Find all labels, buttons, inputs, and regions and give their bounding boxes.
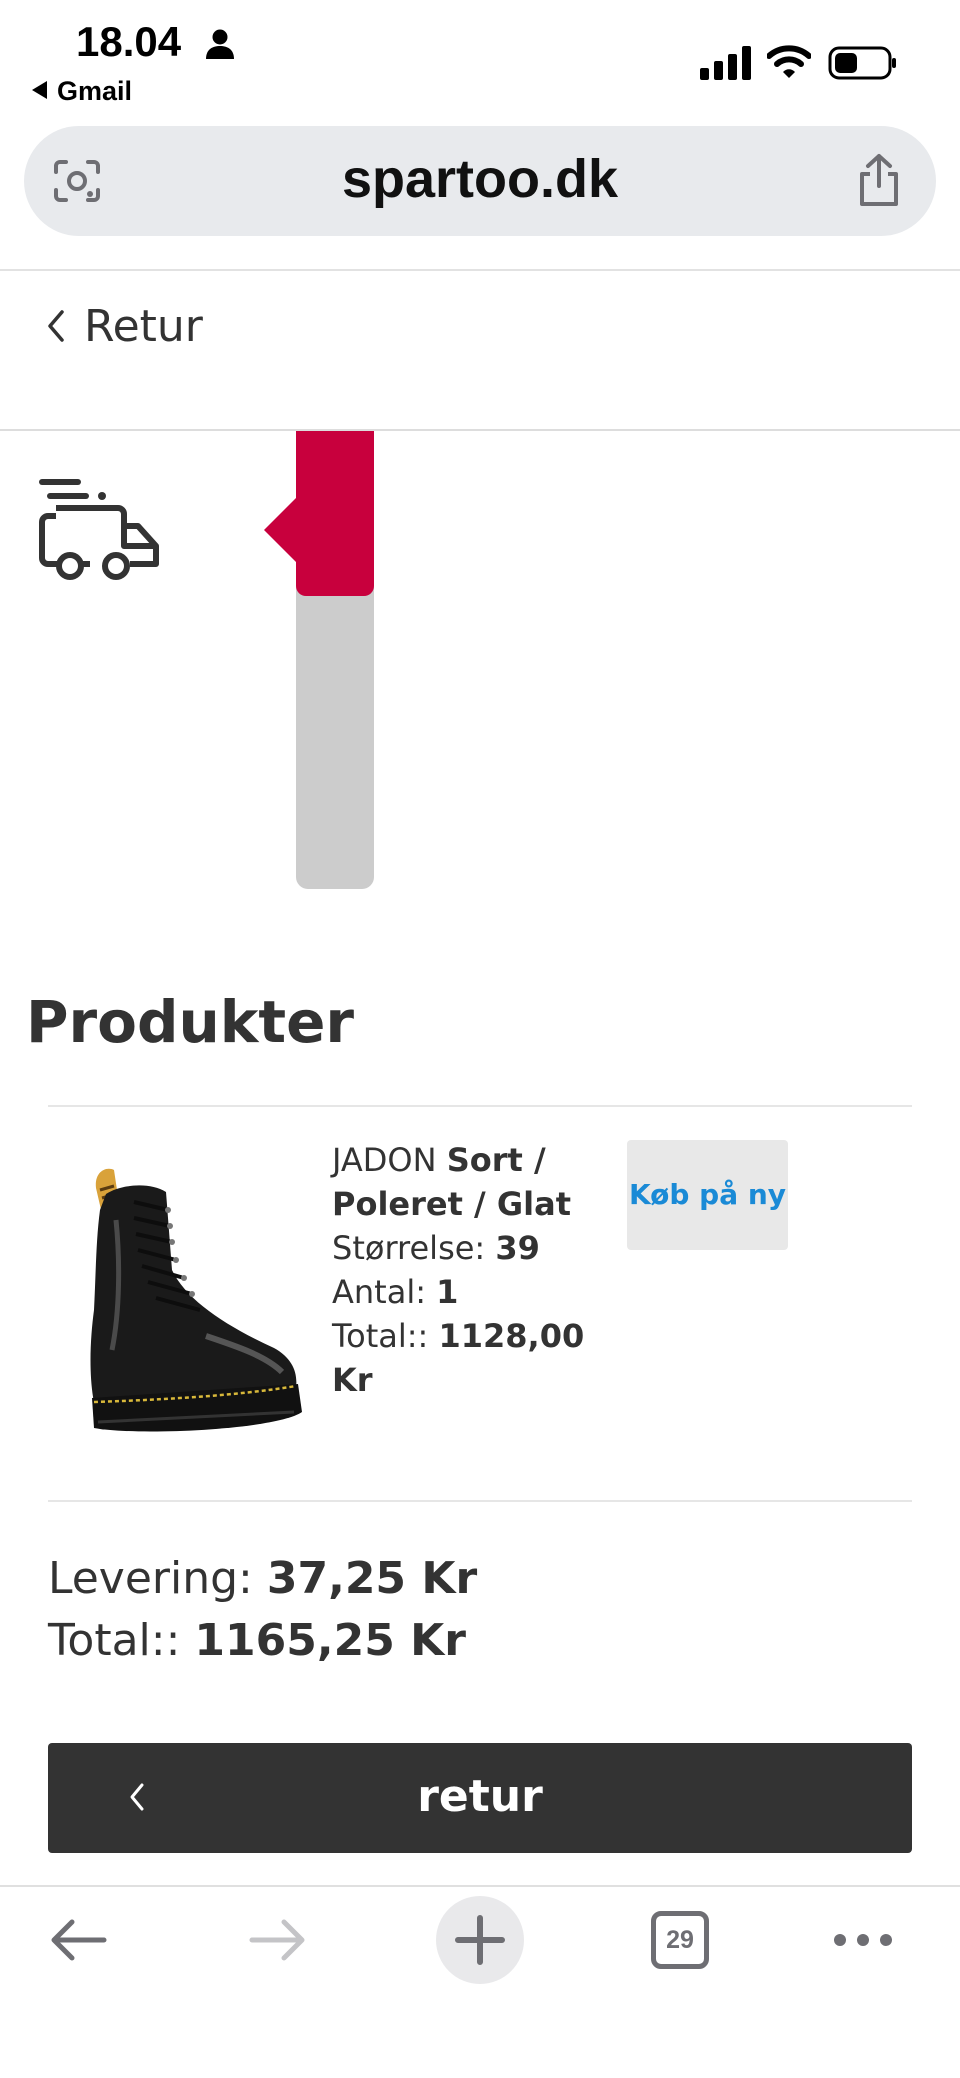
url-text[interactable]: spartoo.dk — [24, 148, 936, 210]
arrow-right-icon[interactable] — [248, 1918, 308, 1962]
product-qty-row: Antal: 1 — [332, 1270, 622, 1314]
product-title[interactable]: JADON Sort / Poleret / Glat — [332, 1138, 622, 1226]
divider — [0, 269, 960, 271]
back-to-app-link[interactable]: Gmail — [32, 76, 132, 107]
more-icon[interactable] — [832, 1926, 894, 1954]
return-button-label: retur — [417, 1771, 543, 1822]
tracking-step-pointer — [264, 496, 298, 564]
back-link-label: Retur — [84, 300, 203, 352]
delivery-row: Levering: 37,25 Kr — [48, 1548, 477, 1610]
product-qty-value: 1 — [436, 1273, 459, 1311]
product-qty-label: Antal: — [332, 1273, 426, 1311]
product-size-label: Størrelse: — [332, 1229, 486, 1267]
new-tab-button[interactable] — [436, 1896, 524, 1984]
product-info: JADON Sort / Poleret / Glat Størrelse: 3… — [332, 1138, 622, 1402]
product-total-row: Total:: 1128,00 Kr — [332, 1314, 622, 1402]
product-size-value: 39 — [495, 1229, 540, 1267]
products-title: Produkter — [26, 988, 355, 1056]
back-triangle-icon — [32, 81, 47, 99]
buy-again-button[interactable]: Køb på ny — [627, 1140, 788, 1250]
divider — [0, 1885, 960, 1887]
wifi-icon — [767, 45, 811, 78]
divider — [0, 429, 960, 431]
divider — [48, 1105, 912, 1107]
person-icon — [206, 29, 234, 59]
return-button[interactable]: retur — [48, 1743, 912, 1853]
chevron-left-icon — [48, 310, 64, 342]
order-total-row: Total:: 1165,25 Kr — [48, 1610, 477, 1672]
battery-icon — [828, 46, 896, 80]
order-total-value: 1165,25 Kr — [194, 1615, 466, 1666]
boot-image[interactable] — [76, 1150, 308, 1440]
status-time: 18.04 — [76, 18, 182, 65]
back-link[interactable]: Retur — [44, 296, 203, 356]
truck-icon — [39, 479, 159, 580]
tracking-progress-fill — [296, 431, 374, 596]
product-total-label: Total:: — [332, 1317, 429, 1355]
plus-icon — [455, 1915, 505, 1965]
order-total-label: Total:: — [48, 1615, 181, 1666]
signal-icon — [700, 46, 751, 80]
divider — [48, 1500, 912, 1502]
address-bar[interactable]: spartoo.dk — [24, 126, 936, 236]
delivery-value: 37,25 Kr — [266, 1553, 478, 1604]
order-summary: Levering: 37,25 Kr Total:: 1165,25 Kr — [48, 1548, 477, 1672]
delivery-label: Levering: — [48, 1553, 253, 1604]
product-size-row: Størrelse: 39 — [332, 1226, 622, 1270]
status-bar: 18.04 Gmail — [0, 0, 960, 120]
back-app-label: Gmail — [57, 76, 133, 106]
tabs-icon[interactable]: 29 — [651, 1911, 709, 1969]
share-icon[interactable] — [854, 152, 904, 208]
arrow-left-icon[interactable] — [48, 1918, 108, 1962]
product-name: JADON — [332, 1141, 437, 1179]
